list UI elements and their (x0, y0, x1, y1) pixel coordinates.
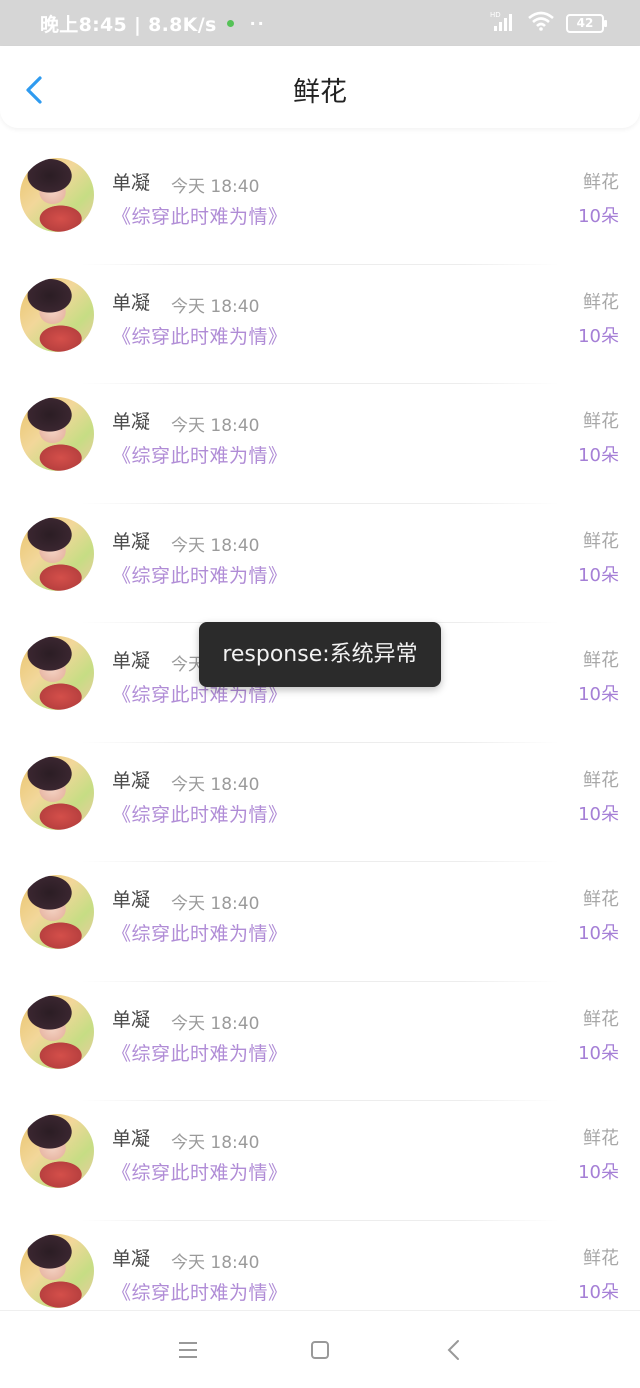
gift-type: 鲜花 (583, 1008, 619, 1030)
user-name: 单凝 (112, 1128, 151, 1150)
gift-amount: 10朵 (578, 206, 619, 227)
gift-type: 鲜花 (583, 411, 619, 432)
book-title[interactable]: 《综穿此时难为情》 (112, 561, 288, 588)
avatar[interactable] (20, 397, 94, 471)
status-right: HD 42 (490, 0, 607, 46)
timestamp: 今天 18:40 (171, 1133, 260, 1153)
notification-dot-icon (226, 19, 234, 27)
timestamp: 今天 18:40 (171, 774, 260, 795)
page-title: 鲜花 (293, 77, 347, 108)
list-item[interactable]: 单凝今天 18:40 《综穿此时难为情》 鲜花 10朵 (0, 743, 640, 862)
timestamp: 今天 18:40 (171, 1252, 260, 1273)
user-name: 单凝 (112, 650, 151, 672)
avatar[interactable] (20, 158, 94, 232)
avatar[interactable] (20, 277, 94, 352)
list-item[interactable]: 单凝今天 18:40 《综穿此时难为情》 鲜花 10朵 (0, 145, 640, 265)
list-item[interactable]: 单凝今天 18:40 《综穿此时难为情》 鲜花 10朵 (0, 504, 640, 623)
timestamp: 今天 18:40 (171, 296, 260, 317)
timestamp: 今天 18:40 (171, 535, 260, 556)
list-item[interactable]: 单凝今天 18:40 《综穿此时难为情》 鲜花 10朵 (0, 982, 640, 1101)
timestamp: 今天 18:40 (171, 177, 260, 197)
status-bar: 晚上8:45 | 8.8K/s ·· HD 42 (0, 0, 640, 46)
gift-type: 鲜花 (583, 1128, 619, 1149)
gift-type: 鲜花 (583, 530, 619, 552)
signal-icon: HD (490, 10, 516, 36)
user-name: 单凝 (112, 172, 151, 194)
status-time-speed: 晚上8:45 | 8.8K/s (40, 13, 217, 36)
gift-type: 鲜花 (583, 172, 619, 193)
user-name: 单凝 (112, 530, 151, 553)
avatar[interactable] (20, 1233, 94, 1308)
avatar[interactable] (20, 516, 94, 591)
gift-amount: 10朵 (578, 923, 619, 944)
gift-amount: 10朵 (578, 803, 619, 825)
user-name: 单凝 (112, 1247, 151, 1270)
nav-back-button[interactable] (437, 1333, 471, 1367)
book-title[interactable]: 《综穿此时难为情》 (112, 1158, 288, 1185)
book-title[interactable]: 《综穿此时难为情》 (112, 919, 288, 946)
book-title[interactable]: 《综穿此时难为情》 (112, 202, 288, 229)
user-name: 单凝 (112, 769, 151, 792)
network-label: HD (490, 11, 501, 19)
status-dots: ·· (249, 13, 266, 33)
gift-amount: 10朵 (578, 564, 619, 586)
list-item[interactable]: 单凝今天 18:40 《综穿此时难为情》 鲜花 10朵 (0, 265, 640, 384)
menu-icon (179, 1342, 197, 1358)
book-title[interactable]: 《综穿此时难为情》 (112, 1039, 288, 1066)
gift-amount: 10朵 (578, 1281, 619, 1303)
list-item[interactable]: 单凝今天 18:40 《综穿此时难为情》 鲜花 10朵 (0, 1101, 640, 1221)
chevron-left-icon (447, 1340, 459, 1360)
avatar[interactable] (20, 875, 94, 949)
avatar[interactable] (20, 636, 94, 710)
gift-amount: 10朵 (578, 445, 619, 466)
gift-type: 鲜花 (583, 769, 619, 791)
list-item[interactable]: 单凝今天 18:40 《综穿此时难为情》 鲜花 10朵 (0, 384, 640, 504)
list-item[interactable]: 单凝今天 18:40 《综穿此时难为情》 鲜花 10朵 (0, 862, 640, 982)
wifi-icon (528, 11, 554, 35)
book-title[interactable]: 《综穿此时难为情》 (112, 1278, 288, 1305)
home-button[interactable] (303, 1333, 337, 1367)
timestamp: 今天 18:40 (171, 416, 260, 436)
gift-amount: 10朵 (578, 1042, 619, 1064)
flower-record-list: 单凝 今天 18:40 《综穿此时难为情》 鲜花 10朵 单凝 今天 18:40 《综穿此时难… (0, 145, 640, 1340)
gift-amount: 10朵 (578, 684, 619, 705)
square-icon (311, 1341, 329, 1359)
status-left: 晚上8:45 | 8.8K/s ·· (40, 0, 266, 46)
avatar[interactable] (20, 755, 94, 830)
timestamp: 今天 18:40 (171, 894, 260, 914)
gift-type: 鲜花 (583, 650, 619, 671)
gift-type: 鲜花 (583, 1247, 619, 1269)
gift-amount: 10朵 (578, 1162, 619, 1183)
header-bar: 鲜花 (0, 46, 640, 142)
gift-amount: 10朵 (578, 325, 619, 347)
user-name: 单凝 (112, 291, 151, 314)
gift-type: 鲜花 (583, 291, 619, 313)
user-name: 单凝 (112, 889, 151, 911)
user-name: 单凝 (112, 411, 151, 433)
battery-icon: 42 (566, 13, 607, 33)
book-title[interactable]: 《综穿此时难为情》 (112, 800, 288, 827)
menu-button[interactable] (171, 1333, 205, 1367)
book-title[interactable]: 《综穿此时难为情》 (112, 322, 288, 349)
book-title[interactable]: 《综穿此时难为情》 (112, 441, 288, 468)
avatar[interactable] (20, 1114, 94, 1188)
system-navbar (0, 1310, 640, 1388)
user-name: 单凝 (112, 1008, 151, 1031)
gift-type: 鲜花 (583, 889, 619, 910)
error-toast: response:系统异常 (199, 622, 441, 687)
avatar[interactable] (20, 994, 94, 1069)
timestamp: 今天 18:40 (171, 1013, 260, 1034)
